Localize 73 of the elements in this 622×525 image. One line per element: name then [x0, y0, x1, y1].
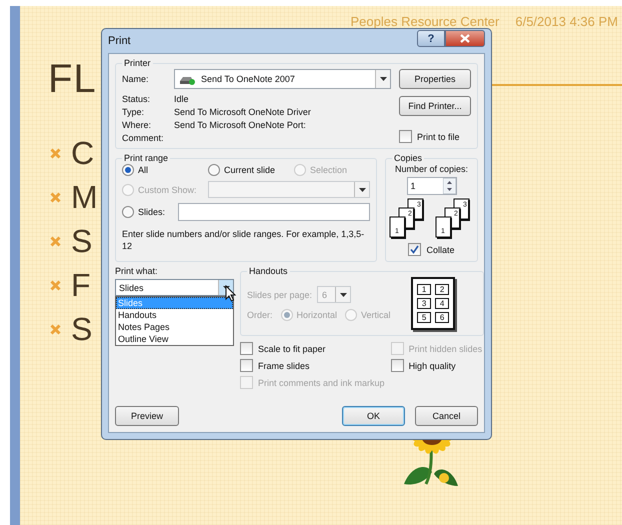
radio-label: Slides:: [138, 207, 166, 217]
field-label: Order:: [247, 310, 273, 320]
printer-dropdown[interactable]: Send To OneNote 2007: [174, 69, 391, 89]
slide-title: FL: [48, 57, 97, 102]
close-button[interactable]: [445, 30, 485, 47]
dropdown-option[interactable]: Outline View: [116, 333, 233, 345]
slide-header: Peoples Resource Center: [350, 14, 500, 29]
field-value: Send To Microsoft OneNote Driver: [174, 107, 311, 117]
radio-label: Custom Show:: [138, 184, 197, 194]
properties-button[interactable]: Properties: [399, 69, 471, 89]
field-value: Idle: [174, 94, 189, 104]
group-label: Print range: [123, 153, 170, 163]
checkbox[interactable]: [399, 130, 412, 143]
bullet-text: C: [71, 135, 94, 172]
cross-bullet-icon: [50, 192, 61, 203]
radio-label: All: [138, 165, 148, 175]
cross-bullet-icon: [50, 236, 61, 247]
field-label: Comment:: [122, 133, 165, 143]
find-printer-button[interactable]: Find Printer...: [399, 96, 471, 116]
window-title: Print: [108, 35, 131, 47]
checkbox-label: Print to file: [417, 132, 460, 142]
field-value: Send To Microsoft OneNote Port:: [174, 120, 306, 130]
cross-bullet-icon: [50, 324, 61, 335]
dropdown-option[interactable]: Handouts: [116, 309, 233, 321]
radio-button[interactable]: [122, 206, 134, 218]
group-label: Copies: [393, 153, 424, 163]
checkbox[interactable]: [240, 359, 253, 372]
checkbox[interactable]: [390, 359, 404, 372]
field-label: Number of copies:: [394, 164, 468, 174]
cancel-button[interactable]: Cancel: [415, 406, 478, 426]
copies-spinner[interactable]: 1: [406, 177, 456, 195]
group-label: Handouts: [248, 266, 289, 276]
radio-label: Horizontal: [296, 310, 338, 320]
field-label: Name:: [122, 74, 150, 84]
radio-label: Vertical: [361, 310, 391, 320]
field-label: Status:: [122, 94, 152, 104]
group-label: Printer: [123, 58, 152, 68]
field-label: Type:: [122, 107, 146, 117]
caret-icon: [358, 188, 366, 192]
checkbox[interactable]: [240, 342, 253, 355]
printer-name: Send To OneNote 2007: [201, 74, 295, 84]
radio-button[interactable]: [122, 164, 134, 176]
checkbox-label: Frame slides: [258, 360, 310, 370]
preview-button[interactable]: Preview: [115, 406, 179, 426]
caret-icon: [380, 77, 386, 81]
radio-label: Selection: [310, 165, 348, 175]
close-icon: [460, 34, 470, 43]
spin-arrows-icon: [442, 178, 456, 194]
radio-label: Current slide: [224, 165, 276, 175]
checkbox-label: Print hidden slides: [408, 344, 482, 354]
ok-button[interactable]: OK: [342, 406, 405, 426]
slides-input[interactable]: [178, 203, 370, 221]
cross-bullet-icon: [50, 280, 61, 291]
help-button[interactable]: ?: [417, 30, 445, 47]
bullet-text: S: [71, 311, 92, 348]
cross-bullet-icon: [50, 148, 61, 159]
checkbox-label: Print comments and ink markup: [258, 378, 385, 388]
checkbox-label: High quality: [408, 360, 456, 370]
checkbox-label: Collate: [426, 244, 454, 254]
radio-button[interactable]: [208, 164, 220, 176]
bullet-text: M: [71, 179, 98, 216]
field-label: Print what:: [115, 266, 158, 276]
range-hint: Enter slide numbers and/or slide ranges. For example, 1,3,5-12: [122, 228, 366, 252]
dropdown-option[interactable]: Notes Pages: [116, 321, 233, 333]
field-label: Where:: [122, 120, 152, 130]
bullet-text: F: [71, 267, 91, 304]
bullet-text: S: [71, 223, 92, 260]
checkbox[interactable]: [408, 243, 422, 256]
caret-icon: [340, 292, 347, 296]
handout-layout-drawing: 1 2 3 4 5 6: [411, 277, 456, 330]
checkbox-label: Scale to fit paper: [258, 344, 326, 354]
field-label: Slides per page:: [247, 290, 312, 300]
slide-date: 6/5/2013 4:36 PM: [515, 14, 618, 29]
